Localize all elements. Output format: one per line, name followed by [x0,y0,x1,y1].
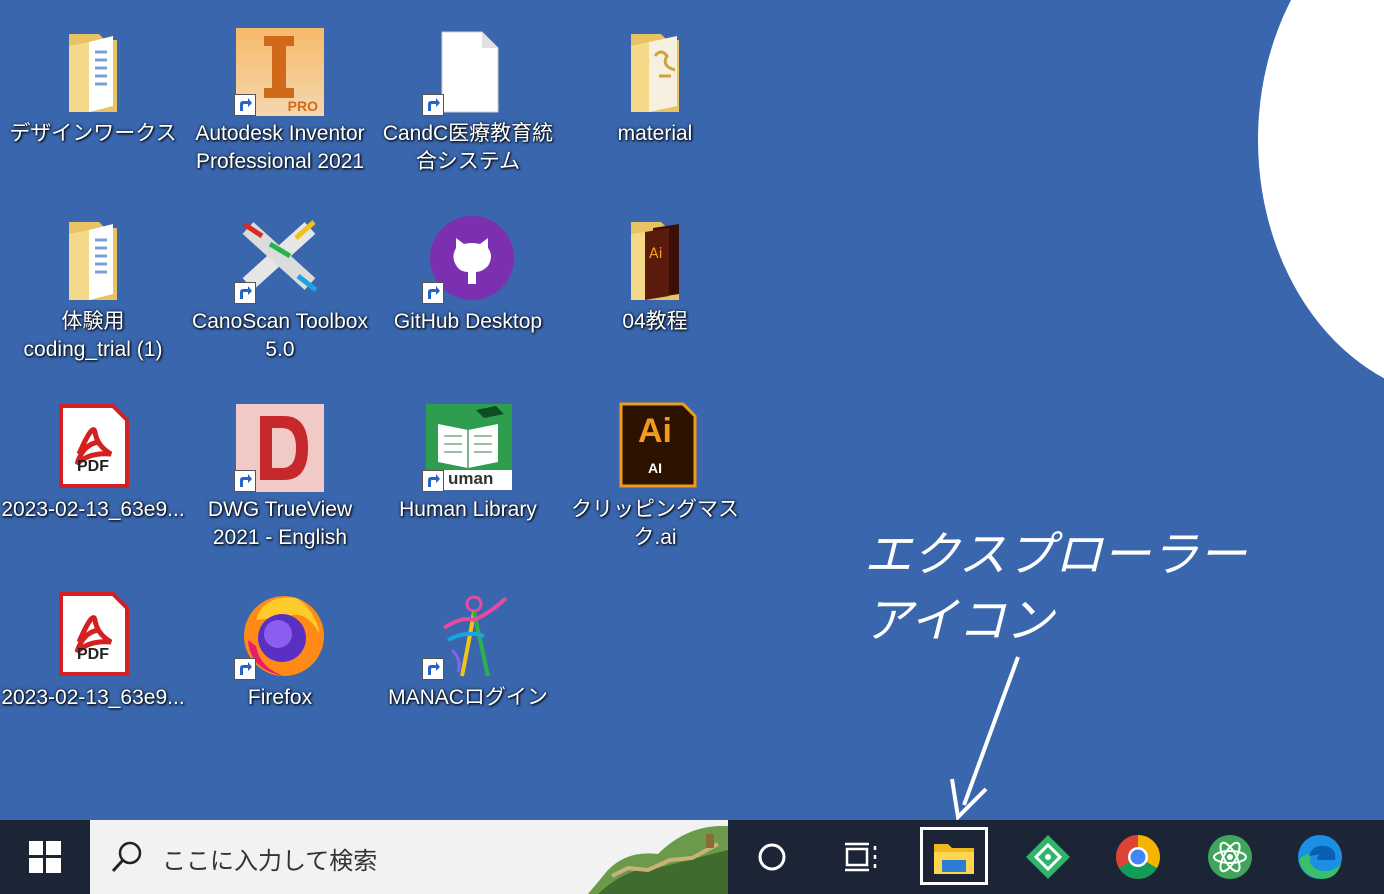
pdf-badge: PDF [77,458,109,475]
shortcut-arrow-icon [234,658,256,680]
desktop-icon-04-kyotei[interactable]: Ai 04教程 [562,214,748,336]
search-placeholder: ここに入力して検索 [162,848,378,875]
annotation-arrow-icon [950,656,1020,820]
svg-text:Ai: Ai [649,246,662,262]
desktop: デザインワークス PRO Autodesk Inventor Professio… [0,0,1384,820]
icon-label: GitHub Desktop [393,310,543,333]
ai-badge-big: Ai [638,412,672,450]
folder-icon [47,214,139,306]
autodesk-inventor-icon: PRO [234,26,326,118]
desktop-icon-pdf-1[interactable]: PDF 2023-02-13_63e9... [0,402,186,524]
taskbar-app-green[interactable] [1008,820,1088,894]
icon-label: 体験用 coding_trial (1) [23,310,163,361]
shortcut-arrow-icon [422,282,444,304]
desktop-icon-canoscan[interactable]: CanoScan Toolbox 5.0 [187,214,373,364]
human-library-badge: uman [448,469,494,488]
shortcut-arrow-icon [422,470,444,492]
folder-icon [609,26,701,118]
taskbar-chrome[interactable] [1098,820,1178,894]
desktop-icon-material[interactable]: material [562,26,748,148]
icon-label: 2023-02-13_63e9... [1,498,185,521]
windows-start-icon [29,841,61,873]
icon-label: Firefox [247,686,313,709]
desktop-icon-manac[interactable]: MANACログイン [375,590,561,712]
shortcut-arrow-icon [422,94,444,116]
icon-label: クリッピングマスク.ai [571,498,739,549]
task-view-icon [845,842,877,872]
shortcut-arrow-icon [234,94,256,116]
icon-label: MANACログイン [388,686,548,709]
icon-label: material [617,122,693,145]
edge-icon [1298,835,1342,879]
canoscan-icon [234,214,326,306]
shortcut-arrow-icon [234,470,256,492]
desktop-icon-human-library[interactable]: uman Human Library [375,402,561,524]
folder-icon: Ai [609,214,701,306]
search-highlight-art-icon [588,825,728,894]
icon-label: Human Library [399,498,537,521]
explorer-highlight-box [920,827,988,885]
icon-label: CandC医療教育統 合システム [382,122,554,173]
dwg-trueview-icon [234,402,326,494]
desktop-icon-design-works[interactable]: デザインワークス [0,26,186,148]
icon-label: 2023-02-13_63e9... [1,686,185,709]
cortana-icon [758,843,786,871]
search-icon [111,841,142,873]
pdf-icon: PDF [47,590,139,682]
desktop-icon-coding-trial[interactable]: 体験用 coding_trial (1) [0,214,186,364]
pro-badge: PRO [287,98,318,114]
shortcut-arrow-icon [234,282,256,304]
manac-icon [422,590,514,682]
pdf-badge: PDF [77,646,109,663]
desktop-icon-clipping-mask-ai[interactable]: Ai AI クリッピングマスク.ai [562,402,748,552]
task-view-button[interactable] [822,820,902,894]
icon-label: 04教程 [622,310,688,333]
ai-badge-small: AI [648,460,662,476]
chrome-icon [1116,835,1160,879]
annotation-text: エクスプローラー アイコン [864,527,1247,649]
icon-label: Autodesk Inventor Professional 2021 [195,122,365,173]
start-button[interactable] [0,820,90,894]
desktop-icon-firefox[interactable]: Firefox [187,590,373,712]
folder-icon [47,26,139,118]
taskbar-atom[interactable] [1190,820,1270,894]
taskbar-edge[interactable] [1280,820,1360,894]
illustrator-file-icon: Ai AI [609,402,701,494]
github-desktop-icon [422,214,514,306]
blank-file-icon [422,26,514,118]
human-library-icon: uman [422,402,514,494]
icon-label: デザインワークス [9,122,177,145]
pdf-icon: PDF [47,402,139,494]
atom-icon [1208,835,1252,879]
cortana-button[interactable] [732,820,812,894]
desktop-icon-autodesk-inventor[interactable]: PRO Autodesk Inventor Professional 2021 [187,26,373,176]
firefox-icon [234,590,326,682]
app-green-diamond-icon [1026,835,1070,879]
taskbar: ここに入力して検索 [0,820,1384,894]
shortcut-arrow-icon [422,658,444,680]
desktop-icon-github-desktop[interactable]: GitHub Desktop [375,214,561,336]
desktop-icon-candc[interactable]: CandC医療教育統 合システム [375,26,561,176]
desktop-icon-dwg-trueview[interactable]: DWG TrueView 2021 - English [187,402,373,552]
search-box[interactable]: ここに入力して検索 [90,820,728,894]
icon-label: CanoScan Toolbox 5.0 [192,310,368,361]
wallpaper-shape [1258,0,1384,400]
desktop-icon-pdf-2[interactable]: PDF 2023-02-13_63e9... [0,590,186,712]
icon-label: DWG TrueView 2021 - English [207,498,353,549]
